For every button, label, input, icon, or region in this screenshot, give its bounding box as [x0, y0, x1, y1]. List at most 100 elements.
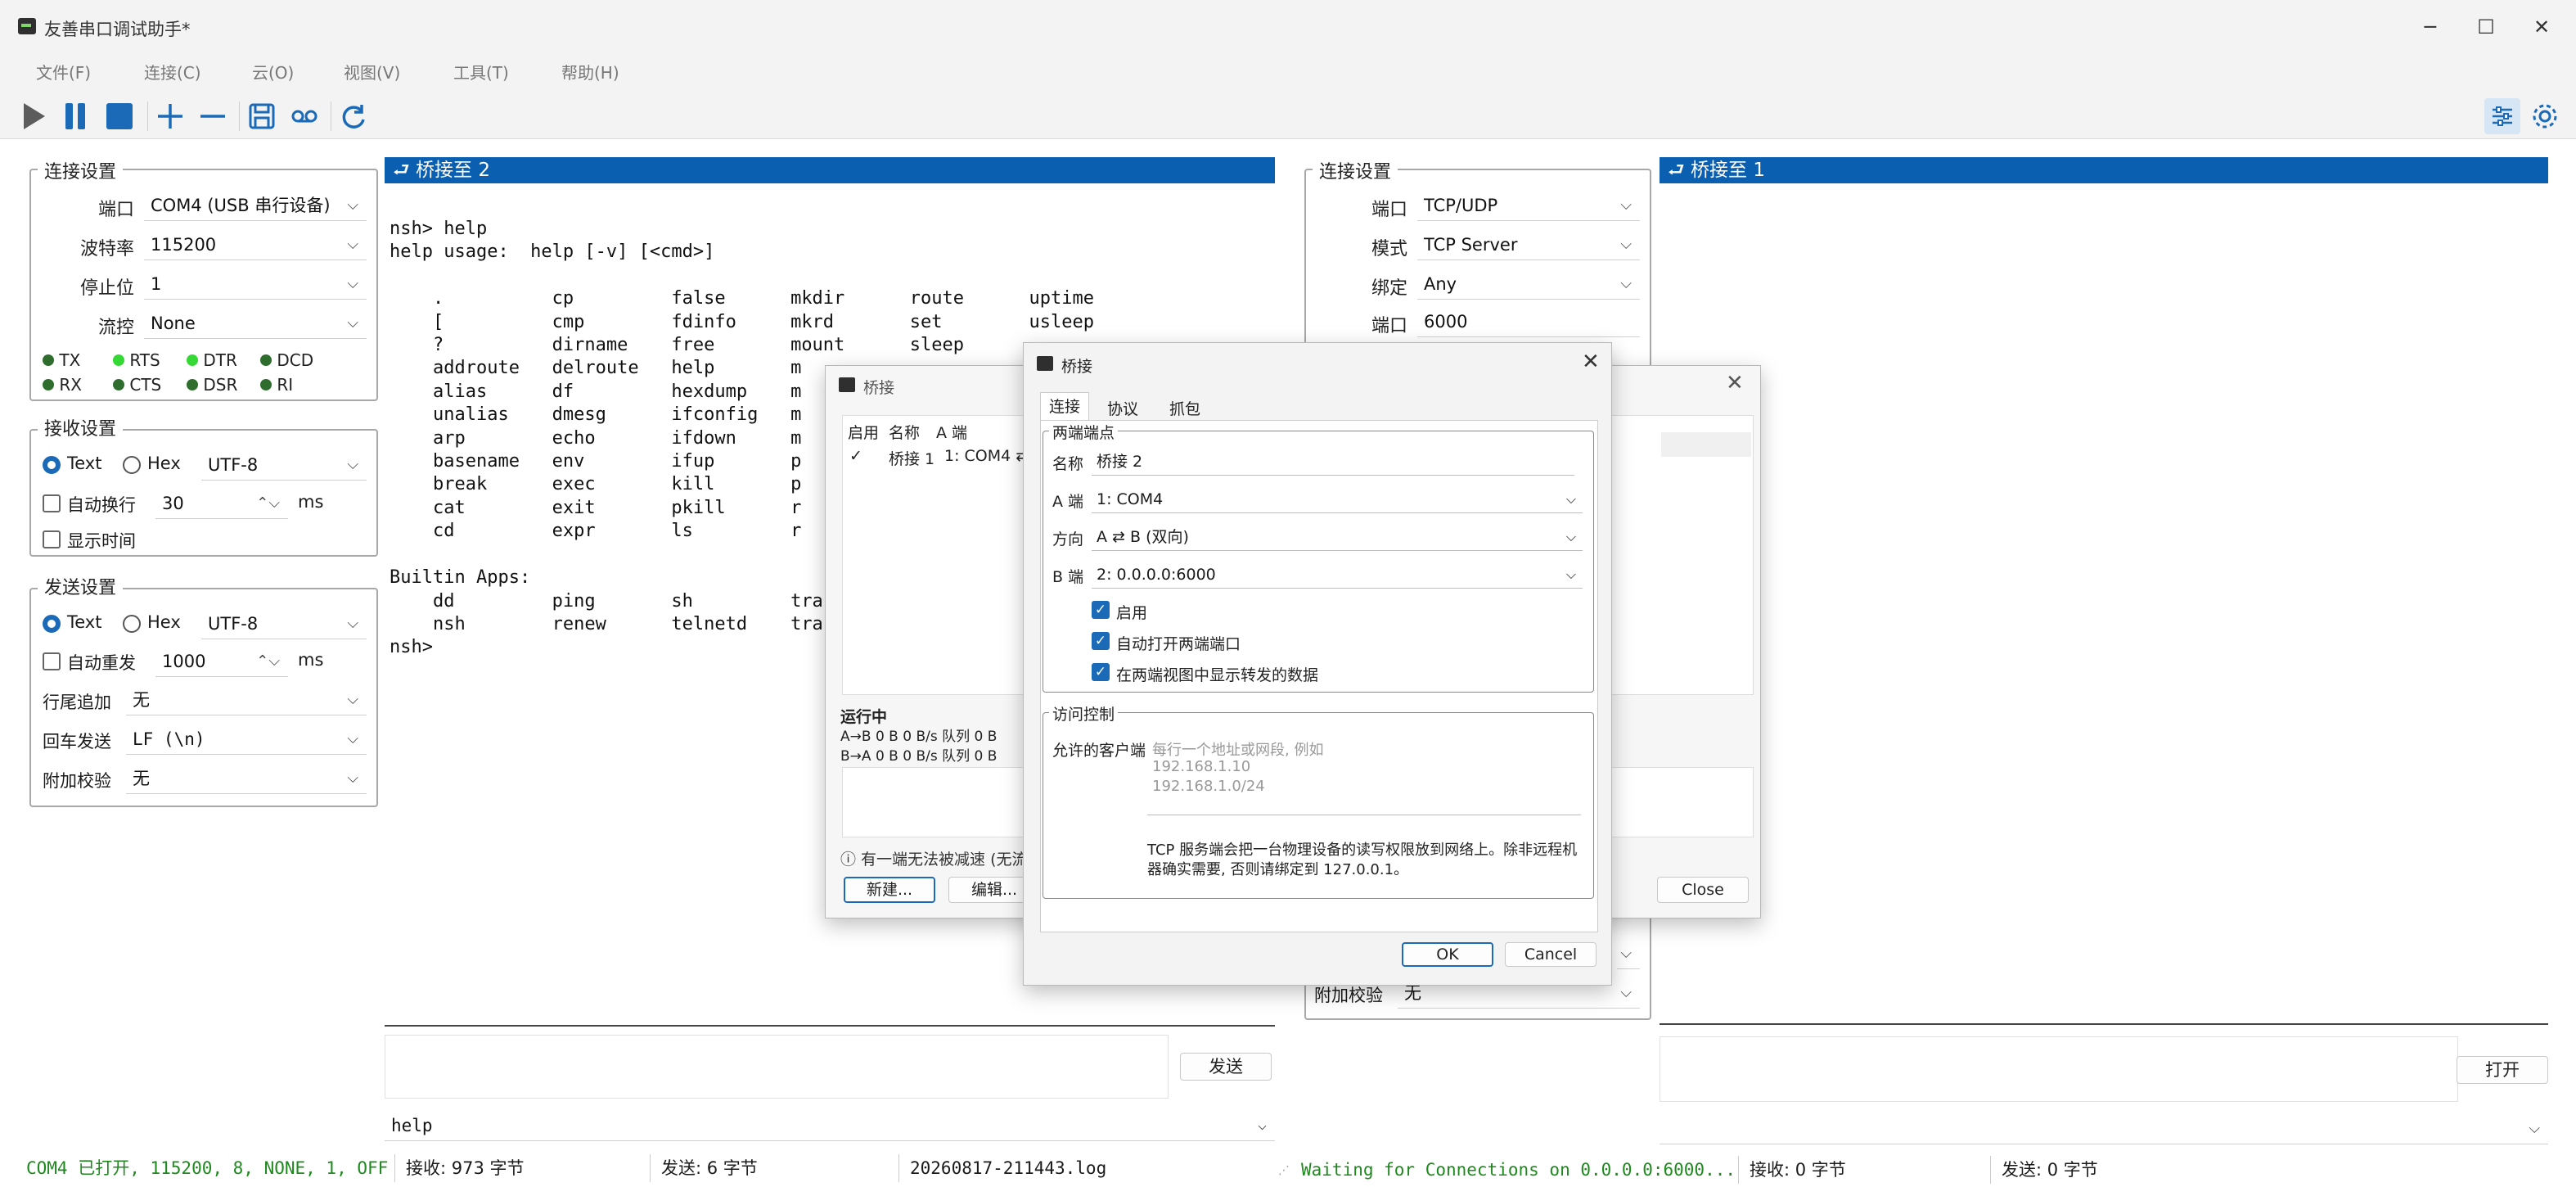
right-hidden-select[interactable]: ⌵: [1617, 938, 1640, 969]
repeat-spinbox[interactable]: 1000 ⌃⌵: [155, 646, 288, 677]
history-select-left[interactable]: help ⌵: [385, 1110, 1275, 1141]
show-data-checkbox[interactable]: ✓: [1092, 663, 1110, 681]
send-input-left[interactable]: [385, 1035, 1169, 1099]
auto-repeat-label: 自动重发: [67, 653, 136, 673]
terminal-output-right[interactable]: [1660, 187, 2548, 1025]
right-port-select[interactable]: TCP/UDP ⌵: [1417, 190, 1640, 221]
enable-label: 启用: [1116, 604, 1148, 622]
led-cts: CTS: [113, 375, 161, 395]
signal-leds: TX RTS DTR DCD RX CTS DSR RI: [43, 350, 370, 399]
auto-repeat-checkbox[interactable]: [43, 652, 61, 670]
baud-label: 波特率: [79, 239, 134, 260]
settings-panel-icon[interactable]: [2484, 98, 2520, 134]
flow-label: 流控: [97, 318, 134, 338]
tab-protocol[interactable]: 协议: [1107, 397, 1138, 419]
line-ending-select[interactable]: 无 ⌵: [126, 684, 367, 715]
receive-settings-title: 接收设置: [38, 414, 124, 440]
send-encoding-select[interactable]: UTF-8 ⌵: [201, 608, 367, 639]
a-end-label: A 端: [1052, 493, 1084, 511]
menu-help[interactable]: 帮助(H): [561, 54, 619, 92]
row-enabled-check[interactable]: ✓: [849, 447, 862, 465]
enter-send-select[interactable]: LF (\n) ⌵: [126, 724, 367, 755]
checksum-label: 附加校验: [43, 771, 111, 791]
b-end-select[interactable]: 2: 0.0.0.0:6000 ⌵: [1092, 562, 1583, 589]
send-text-radio[interactable]: [43, 615, 61, 633]
menu-cloud[interactable]: 云(O): [252, 54, 294, 92]
direction-label: 方向: [1052, 530, 1084, 548]
enable-checkbox[interactable]: ✓: [1092, 601, 1110, 619]
stopbits-select[interactable]: 1 ⌵: [144, 269, 367, 300]
minimize-button[interactable]: ─: [2406, 8, 2455, 46]
menu-tools[interactable]: 工具(T): [453, 54, 509, 92]
gear-icon[interactable]: [2527, 98, 2563, 134]
bridge-name-input[interactable]: 桥接 2: [1092, 449, 1574, 476]
pause-icon[interactable]: [57, 98, 93, 134]
tab-connection[interactable]: 连接: [1040, 392, 1089, 420]
recv-hex-radio[interactable]: [123, 456, 141, 474]
terminal-divider: [385, 1025, 1275, 1027]
direction-select[interactable]: A ⇄ B (双向) ⌵: [1092, 524, 1583, 551]
status-connection-right: Waiting for Connections on 0.0.0.0:6000.…: [1301, 1160, 1736, 1180]
led-dsr: DSR: [187, 375, 237, 395]
send-input-right[interactable]: [1660, 1036, 2458, 1102]
bridge-edit-close-icon[interactable]: ✕: [1582, 350, 1600, 374]
wrap-spinbox[interactable]: 30 ⌃⌵: [155, 488, 288, 519]
show-time-checkbox[interactable]: [43, 530, 61, 548]
voicemail-icon[interactable]: [286, 98, 322, 134]
status-connection-left: COM4 已打开, 115200, 8, NONE, 1, OFF: [26, 1158, 389, 1178]
baud-select[interactable]: 115200 ⌵: [144, 229, 367, 260]
flow-select[interactable]: None ⌵: [144, 308, 367, 339]
a-end-select[interactable]: 1: COM4 ⌵: [1092, 486, 1583, 513]
plus-icon[interactable]: [152, 98, 188, 134]
stop-icon[interactable]: [101, 98, 137, 134]
toolbar: [0, 92, 2576, 139]
refresh-icon[interactable]: [336, 98, 372, 134]
open-button[interactable]: 打开: [2457, 1056, 2548, 1084]
bridge-edit-title: 桥接: [1061, 358, 1093, 376]
repeat-ms-label: ms: [298, 650, 324, 670]
close-button[interactable]: ✕: [2517, 8, 2566, 46]
recv-encoding-select[interactable]: UTF-8 ⌵: [201, 449, 367, 481]
status-recv-left: 接收: 973 字节: [406, 1158, 525, 1178]
menu-view[interactable]: 视图(V): [344, 54, 400, 92]
allowed-clients-textarea[interactable]: 每行一个地址或网段, 例如 192.168.1.10 192.168.1.0/2…: [1147, 735, 1581, 815]
bridge-list-close-icon[interactable]: ✕: [1726, 371, 1744, 395]
ok-button[interactable]: OK: [1402, 942, 1493, 967]
tcp-hint-line-2: 器确实需要, 否则请绑定到 127.0.0.1。: [1147, 861, 1409, 878]
right-port-label: 端口: [1371, 200, 1407, 220]
send-hex-radio[interactable]: [123, 615, 141, 633]
status-log-file[interactable]: 20260817-211443.log: [910, 1156, 1106, 1180]
send-button[interactable]: 发送: [1180, 1053, 1272, 1081]
running-label: 运行中: [840, 708, 888, 726]
show-time-label: 显示时间: [67, 531, 136, 551]
mode-select[interactable]: TCP Server ⌵: [1417, 229, 1640, 260]
led-tx: TX: [43, 350, 80, 370]
show-data-label: 在两端视图中显示转发的数据: [1116, 666, 1319, 684]
tcp-port-label: 端口: [1371, 316, 1407, 336]
menu-connect[interactable]: 连接(C): [144, 54, 201, 92]
minus-icon[interactable]: [195, 98, 231, 134]
save-icon[interactable]: [244, 98, 280, 134]
tab-capture[interactable]: 抓包: [1169, 397, 1200, 419]
menu-file[interactable]: 文件(F): [36, 54, 91, 92]
bind-label: 绑定: [1371, 278, 1407, 299]
checksum-select[interactable]: 无 ⌵: [126, 763, 367, 794]
cancel-button[interactable]: Cancel: [1505, 942, 1596, 967]
bridge-list-close-button[interactable]: Close: [1657, 877, 1749, 903]
auto-open-checkbox[interactable]: ✓: [1092, 632, 1110, 650]
col-a-end: A 端: [936, 424, 968, 442]
tcp-port-input[interactable]: 6000: [1417, 306, 1640, 337]
recv-text-radio[interactable]: [43, 456, 61, 474]
new-bridge-button[interactable]: 新建...: [844, 877, 935, 903]
ba-stats: B→A 0 B 0 B/s 队列 0 B: [840, 748, 998, 765]
port-select[interactable]: COM4 (USB 串行设备) ⌵: [144, 190, 367, 221]
auto-wrap-checkbox[interactable]: [43, 494, 61, 512]
history-select-right[interactable]: ⌵: [1660, 1113, 2548, 1144]
bridge-list-title: 桥接: [863, 379, 895, 397]
bind-select[interactable]: Any ⌵: [1417, 269, 1640, 300]
maximize-button[interactable]: ☐: [2461, 8, 2511, 46]
right-connection-title: 连接设置: [1313, 157, 1398, 183]
bridge-edit-dialog: 桥接 ✕ 连接 协议 抓包 两端端点 名称 桥接 2 A 端 1: COM4 ⌵ …: [1023, 342, 1612, 986]
resize-grip[interactable]: ⋰: [1278, 1164, 1290, 1177]
play-icon[interactable]: [16, 98, 52, 134]
